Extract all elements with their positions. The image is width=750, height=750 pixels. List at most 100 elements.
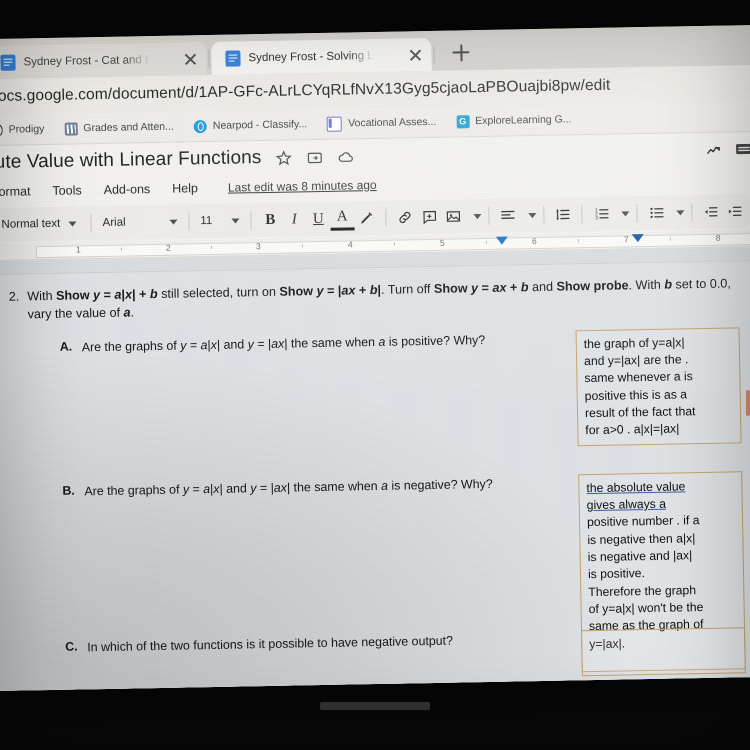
browser-tab-2-label: Sydney Frost - Solving Linear <box>248 49 375 64</box>
increase-indent-icon[interactable] <box>723 199 747 223</box>
menu-tools[interactable]: Tools <box>52 183 81 198</box>
ruler-number-1: 1 <box>75 244 81 255</box>
document-title[interactable]: lute Value with Linear Functions <box>0 147 262 174</box>
toolbar-divider <box>250 211 252 230</box>
tab-stop-marker[interactable] <box>631 234 644 243</box>
star-icon[interactable] <box>275 149 292 166</box>
toolbar-divider <box>90 214 92 233</box>
subquestion-b-label: B. <box>62 483 75 498</box>
ruler-number-7: 7 <box>623 234 629 245</box>
subquestion-a-label: A. <box>59 339 73 354</box>
bookmark-prodigy[interactable]: Prodigy <box>0 122 44 138</box>
toolbar-divider <box>636 204 638 223</box>
comment-icon[interactable] <box>417 205 441 229</box>
ruler-number-2: 2 <box>165 242 171 253</box>
question-2: 2. With Show y = a|x| + b still selected… <box>1 269 748 324</box>
chevron-down-icon <box>68 220 77 227</box>
font-size-value: 11 <box>200 214 213 228</box>
menu-format[interactable]: Format <box>0 184 31 199</box>
explorelearning-icon: G <box>456 114 470 128</box>
browser-tab-1-label: Sydney Frost - Cat and Mouse <box>23 53 150 68</box>
toolbar-divider <box>385 208 387 227</box>
bookmark-grades[interactable]: Grades and Atten... <box>64 120 174 136</box>
text-color-button[interactable]: A <box>330 206 355 231</box>
new-tab-button[interactable] <box>446 38 475 67</box>
subquestion-a: A. Are the graphs of y = a|x| and y = |a… <box>2 327 750 457</box>
line-spacing-icon[interactable] <box>551 202 575 226</box>
bookmark-vocational[interactable]: Vocational Asses... <box>327 114 437 132</box>
ruler-number-3: 3 <box>255 241 261 252</box>
menu-addons[interactable]: Add-ons <box>104 182 151 197</box>
bookmark-prodigy-label: Prodigy <box>8 123 45 136</box>
subquestion-c-label: C. <box>65 639 78 654</box>
google-docs-icon <box>225 49 241 67</box>
menu-help[interactable]: Help <box>172 181 198 195</box>
svg-text:3: 3 <box>595 215 598 220</box>
align-icon[interactable] <box>496 203 520 227</box>
title-icon-group <box>275 148 354 166</box>
font-family-value: Arial <box>102 216 126 229</box>
bookmark-vocational-label: Vocational Asses... <box>348 115 437 130</box>
ruler-number-8: 8 <box>715 232 721 243</box>
toolbar-divider <box>691 203 693 222</box>
laptop-screen-photo: Sydney Frost - Cat and Mouse Sydney Fros… <box>0 0 750 750</box>
answer-box-a[interactable]: the graph of y=a|x| and y=|ax| are the .… <box>575 327 742 447</box>
browser-tab-1[interactable]: Sydney Frost - Cat and Mouse <box>0 42 207 80</box>
highlight-icon[interactable] <box>354 206 378 230</box>
title-right-group <box>704 141 750 159</box>
prodigy-icon <box>0 122 3 138</box>
underline-button[interactable]: U <box>306 207 330 231</box>
font-family-dropdown[interactable]: Arial <box>98 210 181 236</box>
bookmark-nearpod[interactable]: Nearpod - Classify... <box>193 118 308 133</box>
cloud-saved-icon[interactable] <box>337 148 354 165</box>
chevron-down-icon[interactable] <box>527 212 537 218</box>
chevron-down-icon[interactable] <box>473 213 482 219</box>
link-icon[interactable] <box>393 205 417 229</box>
toolbar-divider <box>542 205 544 224</box>
decrease-indent-icon[interactable] <box>699 200 723 224</box>
document-page[interactable]: 2. With Show y = a|x| + b still selected… <box>0 260 750 692</box>
paragraph-style-value: Normal text <box>1 217 61 231</box>
close-tab-1-icon[interactable] <box>180 49 200 69</box>
move-to-folder-icon[interactable] <box>306 148 323 165</box>
tab-separator <box>433 45 435 64</box>
ruler-number-6: 6 <box>531 236 537 247</box>
ruler-number-4: 4 <box>347 239 353 250</box>
italic-button[interactable]: I <box>282 207 306 231</box>
grades-icon <box>64 121 78 136</box>
numbered-list-icon[interactable]: 123 <box>589 202 613 226</box>
google-docs-icon <box>0 54 16 71</box>
google-docs-app: lute Value with Linear Functions Format … <box>0 131 750 692</box>
answer-a-line-5: for a>0 . a|x|=|ax| <box>585 421 680 438</box>
bold-button[interactable]: B <box>258 208 282 232</box>
subquestion-a-text: Are the graphs of y = a|x| and y = |ax| … <box>81 332 486 355</box>
chevron-down-icon[interactable] <box>621 210 630 216</box>
url-text: docs.google.com/document/d/1AP-GFc-ALrLC… <box>0 76 611 106</box>
font-size-dropdown[interactable]: 11 <box>196 208 244 233</box>
toolbar-divider <box>188 212 190 231</box>
document-canvas: 2. With Show y = a|x| + b still selected… <box>0 246 750 692</box>
last-edit-status[interactable]: Last edit was 8 minutes ago <box>228 178 377 195</box>
laptop-bezel-handle <box>320 702 430 710</box>
image-icon[interactable] <box>441 204 465 228</box>
bulleted-list-icon[interactable] <box>644 201 668 225</box>
bookmark-explorelearning-label: ExploreLearning G... <box>475 113 572 128</box>
vocational-icon <box>327 116 343 132</box>
browser-tab-2[interactable]: Sydney Frost - Solving Linear <box>211 37 432 75</box>
bookmark-grades-label: Grades and Atten... <box>83 120 174 135</box>
chevron-down-icon <box>169 219 178 225</box>
answer-box-c[interactable] <box>581 626 746 676</box>
paragraph-style-dropdown[interactable]: Normal text <box>0 211 84 237</box>
close-tab-2-icon[interactable] <box>405 45 425 65</box>
ruler-number-5: 5 <box>439 237 445 248</box>
nearpod-icon <box>193 119 207 133</box>
question-number: 2. <box>8 289 20 304</box>
bookmark-explorelearning[interactable]: G ExploreLearning G... <box>456 113 572 128</box>
present-mode-icon[interactable] <box>733 141 750 158</box>
chevron-down-icon <box>231 217 240 224</box>
question-text: With Show y = a|x| + b still selected, t… <box>27 276 731 322</box>
right-indent-marker[interactable] <box>495 236 508 245</box>
subquestion-b-text: Are the graphs of y = a|x| and y = |ax| … <box>84 476 493 499</box>
chevron-down-icon[interactable] <box>676 209 685 215</box>
trending-up-icon[interactable] <box>704 141 721 158</box>
